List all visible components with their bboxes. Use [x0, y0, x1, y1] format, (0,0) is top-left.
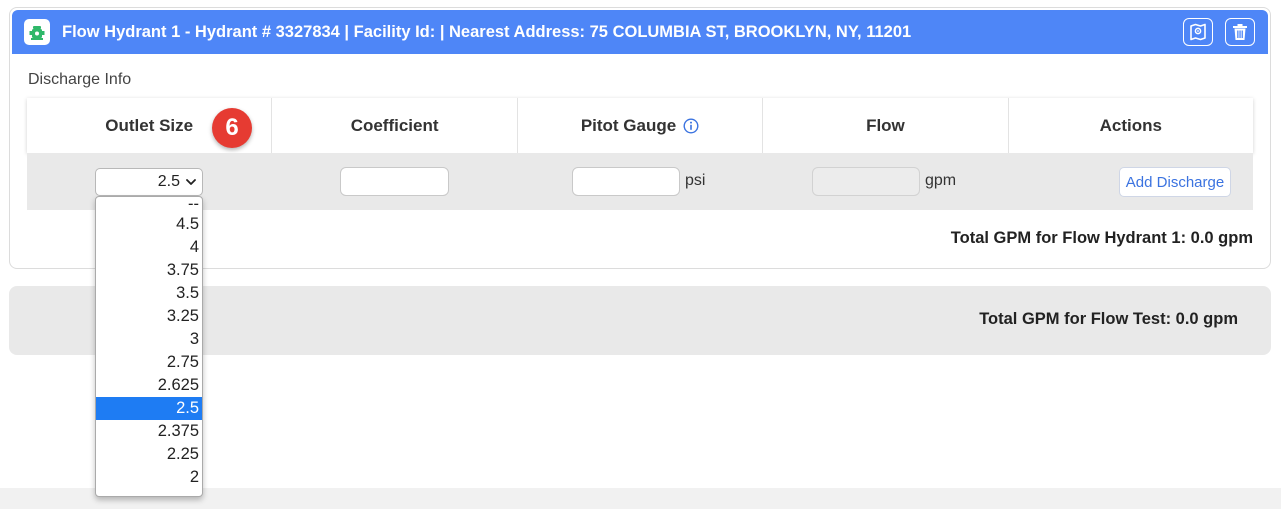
outlet-option[interactable]: -- [96, 197, 202, 213]
hydrant-total-gpm: Total GPM for Flow Hydrant 1: 0.0 gpm [950, 229, 1253, 247]
outlet-option[interactable]: 3.5 [96, 282, 202, 305]
map-button[interactable] [1183, 18, 1213, 46]
column-flow: Flow [763, 98, 1009, 153]
outlet-option[interactable]: 3 [96, 328, 202, 351]
pitot-gauge-input[interactable] [572, 167, 680, 196]
column-label: Outlet Size [105, 115, 194, 135]
outlet-option[interactable]: 3.75 [96, 259, 202, 282]
column-label: Flow [866, 115, 905, 135]
outlet-option[interactable]: 2.25 [96, 443, 202, 466]
trash-icon [1233, 24, 1247, 40]
outlet-option[interactable]: 2.375 [96, 420, 202, 443]
column-label: Pitot Gauge [580, 115, 677, 135]
gpm-unit-label: gpm [925, 172, 957, 189]
discharge-table-header: Outlet Size 6 Coefficient Pitot Gauge Fl… [27, 98, 1253, 153]
psi-unit-label: psi [685, 172, 706, 189]
add-discharge-button[interactable]: Add Discharge [1119, 167, 1231, 197]
chevron-down-icon [186, 179, 196, 185]
coefficient-input[interactable] [340, 167, 449, 196]
hydrant-title: Flow Hydrant 1 - Hydrant # 3327834 | Fac… [62, 22, 912, 41]
outlet-size-value: 2.5 [157, 173, 180, 190]
discharge-info-label: Discharge Info [28, 71, 132, 88]
outlet-option-selected[interactable]: 2.5 [96, 397, 202, 420]
column-label: Actions [1099, 115, 1162, 135]
outlet-size-dropdown: -- 4.5 4 3.75 3.5 3.25 3 2.75 2.625 2.5 … [95, 196, 203, 497]
column-outlet-size: Outlet Size 6 [27, 98, 273, 153]
info-icon[interactable] [683, 117, 699, 134]
delete-button[interactable] [1225, 18, 1255, 46]
column-pitot-gauge: Pitot Gauge [518, 98, 764, 153]
discharge-row: 2.5 psi gpm Add Discharge [27, 153, 1253, 210]
outlet-option[interactable]: 4.5 [96, 213, 202, 236]
outlet-option[interactable]: 2.75 [96, 351, 202, 374]
column-actions: Actions [1009, 98, 1253, 153]
map-icon [1190, 23, 1206, 41]
flow-test-total-gpm: Total GPM for Flow Test: 0.0 gpm [979, 310, 1238, 328]
outlet-option[interactable]: 3.25 [96, 305, 202, 328]
outlet-option[interactable]: 4 [96, 236, 202, 259]
outlet-size-select[interactable]: 2.5 [95, 168, 203, 196]
hydrant-card-header: Flow Hydrant 1 - Hydrant # 3327834 | Fac… [12, 10, 1268, 54]
page: Flow Hydrant 1 - Hydrant # 3327834 | Fac… [0, 0, 1281, 509]
column-coefficient: Coefficient [272, 98, 518, 153]
outlet-option[interactable]: 2 [96, 466, 202, 489]
outlet-option[interactable]: 2.625 [96, 374, 202, 397]
hydrant-icon [24, 19, 50, 45]
column-label: Coefficient [350, 115, 439, 135]
flow-input [812, 167, 920, 196]
step-badge: 6 [212, 108, 252, 148]
